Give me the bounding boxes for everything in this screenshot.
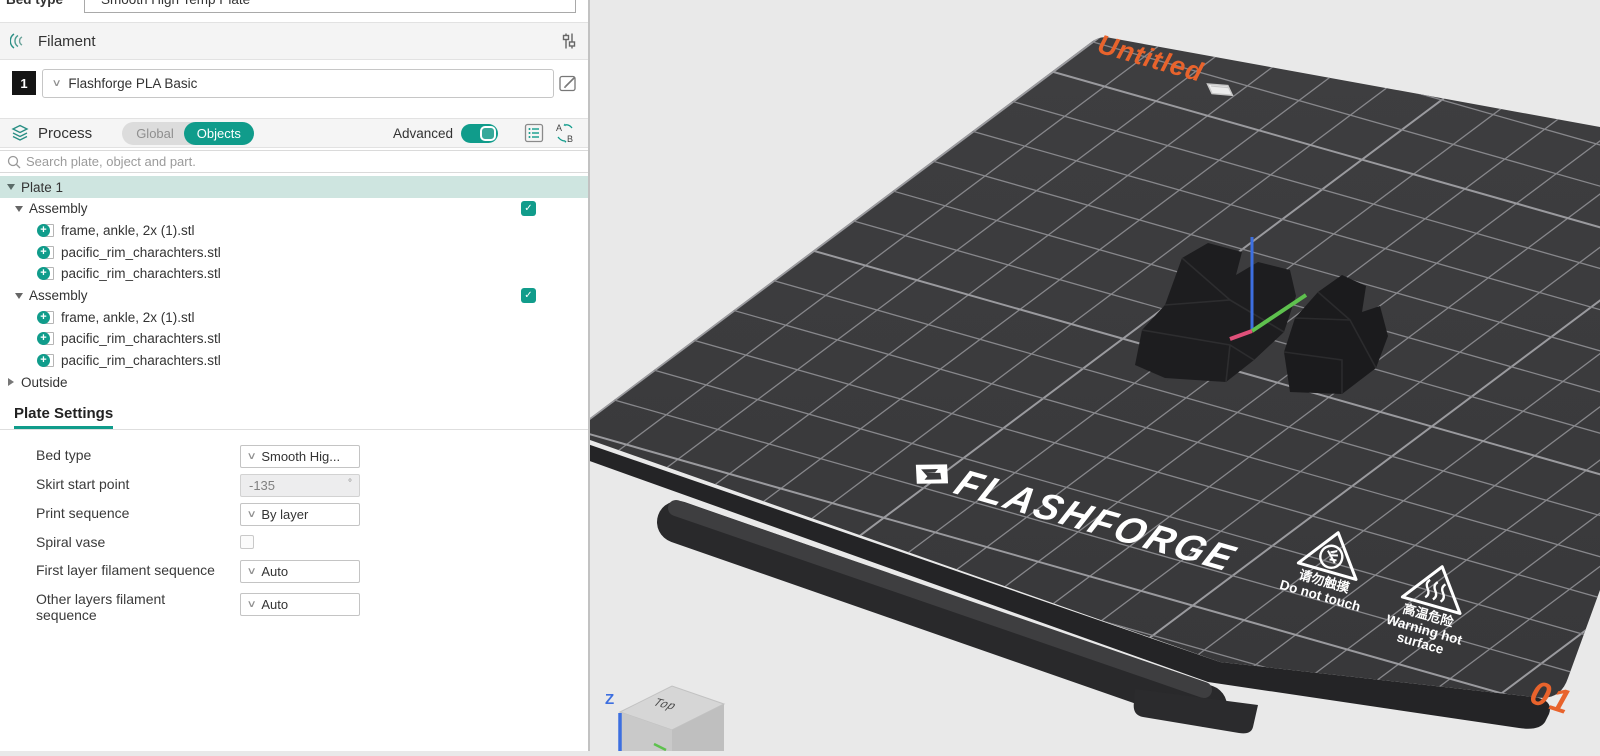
plate-settings-header: Plate Settings — [0, 403, 588, 430]
bed-type-top-row: Bed type Smooth High Temp Plate — [0, 0, 588, 13]
collapse-arrow-icon[interactable] — [7, 184, 15, 190]
svg-text:A: A — [556, 123, 562, 133]
compare-ab-icon[interactable]: A B — [554, 122, 576, 144]
form-row-print-sequence: Print sequence ∨ By layer — [0, 501, 588, 530]
tree-item-file[interactable]: + frame, ankle, 2x (1).stl — [0, 306, 588, 328]
process-section-header: Process Global Objects Advanced — [0, 118, 588, 148]
object-icon: + — [37, 310, 55, 325]
toggle-knob — [480, 126, 496, 141]
scope-objects-button[interactable]: Objects — [184, 122, 254, 145]
scene-svg: FLASHFORGE 请勿触摸 Do not touch 高温危险 Warnin… — [590, 0, 1600, 751]
tree-item-file[interactable]: + frame, ankle, 2x (1).stl — [0, 220, 588, 242]
form-row-first-layer: First layer filament sequence ∨ Auto — [0, 558, 588, 587]
spiral-vase-checkbox[interactable] — [240, 535, 254, 549]
filament-edit-button[interactable] — [556, 71, 580, 95]
filament-row: 1 ∨ Flashforge PLA Basic — [0, 68, 588, 102]
form-row-skirt: Skirt start point -135 ° — [0, 472, 588, 501]
assembly-checkbox[interactable]: ✓ — [521, 288, 536, 303]
advanced-label: Advanced — [393, 126, 453, 141]
first-layer-sequence-select[interactable]: ∨ Auto — [240, 560, 360, 583]
tree-item-file[interactable]: + pacific_rim_charachters.stl — [0, 328, 588, 350]
search-input[interactable] — [26, 154, 582, 169]
tree-item-file[interactable]: + pacific_rim_charachters.stl — [0, 350, 588, 372]
viewport-3d[interactable]: FLASHFORGE 请勿触摸 Do not touch 高温危险 Warnin… — [590, 0, 1600, 751]
chevron-down-icon: ∨ — [247, 509, 257, 520]
plate-settings-form: Bed type ∨ Smooth Hig... Skirt start poi… — [0, 443, 588, 629]
tree-item-file[interactable]: + pacific_rim_charachters.stl — [0, 263, 588, 285]
object-tree: Plate 1 Assembly ✓ + frame, ankle, 2x (1… — [0, 176, 588, 393]
scope-global-button[interactable]: Global — [122, 126, 184, 141]
print-sequence-select[interactable]: ∨ By layer — [240, 503, 360, 526]
nav-cube[interactable]: Top Z — [605, 686, 724, 751]
object-icon: + — [37, 245, 55, 260]
other-layers-sequence-select[interactable]: ∨ Auto — [240, 593, 360, 616]
process-section-title: Process — [38, 125, 92, 142]
process-scope-toggle: Global Objects — [122, 122, 254, 145]
object-icon: + — [37, 223, 55, 238]
plate-settings-title: Plate Settings — [14, 405, 113, 429]
skirt-start-point-input[interactable]: -135 ° — [240, 474, 360, 497]
tree-item-plate[interactable]: Plate 1 — [0, 176, 588, 198]
search-icon — [6, 154, 22, 170]
tree-item-assembly[interactable]: Assembly ✓ — [0, 285, 588, 307]
filament-settings-icon[interactable] — [560, 32, 578, 50]
expand-arrow-icon[interactable] — [8, 378, 14, 386]
filament-slot-number: 1 — [12, 71, 36, 95]
cube-z-label: Z — [605, 691, 614, 708]
search-bar — [0, 150, 588, 173]
bed-type-select[interactable]: ∨ Smooth Hig... — [240, 445, 360, 468]
svg-text:B: B — [567, 134, 573, 144]
tree-item-file[interactable]: + pacific_rim_charachters.stl — [0, 241, 588, 263]
collapse-arrow-icon[interactable] — [15, 206, 23, 212]
filament-select[interactable]: ∨ Flashforge PLA Basic — [42, 69, 554, 98]
assembly-checkbox[interactable]: ✓ — [521, 201, 536, 216]
bed-type-top-select[interactable]: Smooth High Temp Plate — [84, 0, 576, 13]
chevron-down-icon: ∨ — [52, 78, 62, 89]
build-plate[interactable] — [590, 37, 1600, 698]
filament-section-header: Filament — [0, 22, 588, 60]
form-row-other-layers: Other layers filament sequence ∨ Auto — [0, 587, 588, 629]
tree-item-assembly[interactable]: Assembly ✓ — [0, 198, 588, 220]
object-icon: + — [37, 331, 55, 346]
collapse-arrow-icon[interactable] — [15, 293, 23, 299]
object-icon: + — [37, 266, 55, 281]
bed-type-top-label: Bed type — [6, 0, 63, 7]
chevron-down-icon: ∨ — [247, 451, 257, 462]
form-row-spiral-vase: Spiral vase — [0, 530, 588, 558]
advanced-toggle[interactable] — [461, 124, 498, 143]
process-list-view-icon[interactable] — [524, 123, 544, 143]
object-icon: + — [37, 353, 55, 368]
process-layers-icon — [10, 124, 30, 142]
form-row-bed-type: Bed type ∨ Smooth Hig... — [0, 443, 588, 472]
degree-unit: ° — [348, 478, 352, 489]
tree-item-outside[interactable]: Outside — [0, 372, 588, 394]
filament-spool-icon — [10, 31, 30, 51]
chevron-down-icon: ∨ — [247, 599, 257, 610]
chevron-down-icon: ∨ — [247, 566, 257, 577]
filament-section-title: Filament — [38, 33, 96, 50]
left-panel: Bed type Smooth High Temp Plate Filament… — [0, 0, 590, 751]
